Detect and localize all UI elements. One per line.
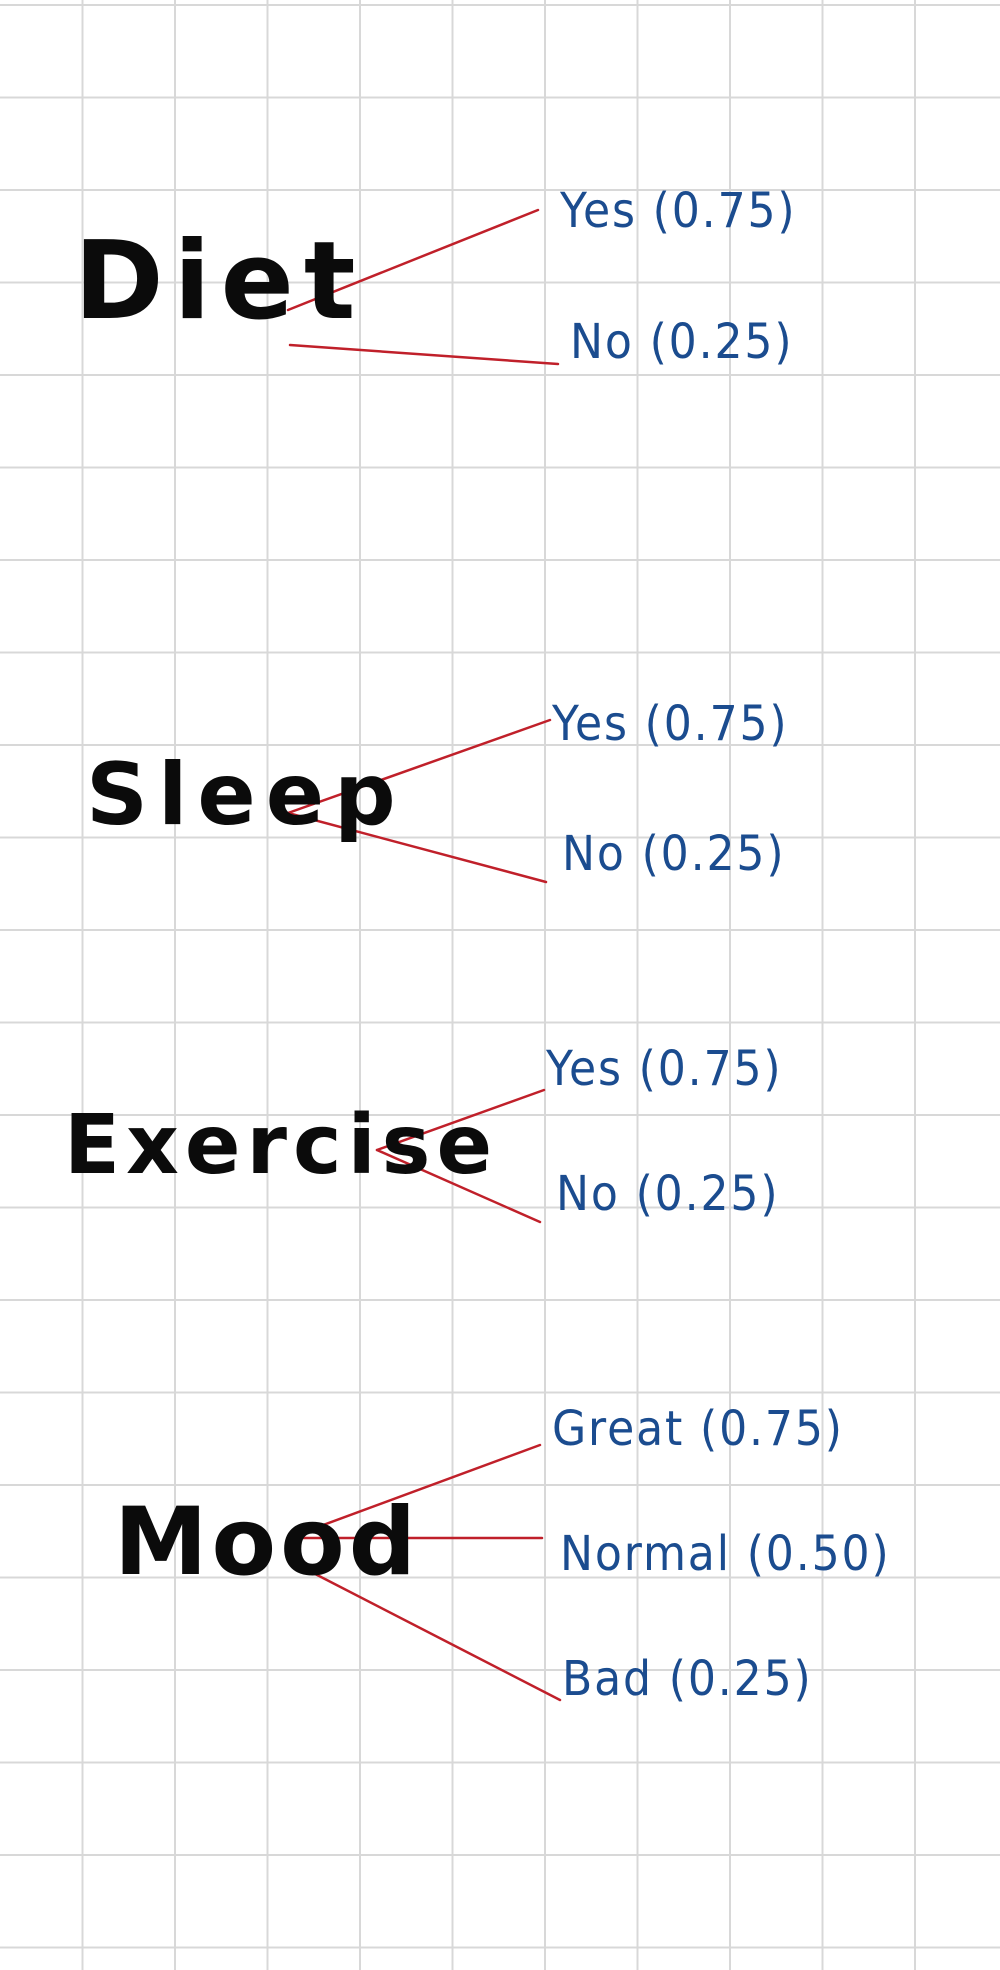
option-label-sleep-no: No (0.25) (562, 826, 786, 882)
option-label-diet-no: No (0.25) (570, 314, 794, 370)
option-label-exercise-yes: Yes (0.75) (546, 1041, 783, 1097)
factor-label-mood: Mood (114, 1488, 420, 1597)
factor-label-diet: Diet (74, 219, 366, 344)
option-label-exercise-no: No (0.25) (556, 1166, 780, 1222)
factor-label-exercise: Exercise (64, 1098, 499, 1193)
option-label-mood-bad: Bad (0.25) (562, 1651, 813, 1707)
option-label-diet-yes: Yes (0.75) (560, 183, 797, 239)
option-label-mood-great: Great (0.75) (552, 1401, 844, 1457)
option-label-mood-normal: Normal (0.50) (560, 1526, 891, 1582)
factor-label-sleep: Sleep (86, 745, 406, 845)
branch-line-diet-no (288, 343, 560, 366)
option-label-sleep-yes: Yes (0.75) (552, 696, 789, 752)
